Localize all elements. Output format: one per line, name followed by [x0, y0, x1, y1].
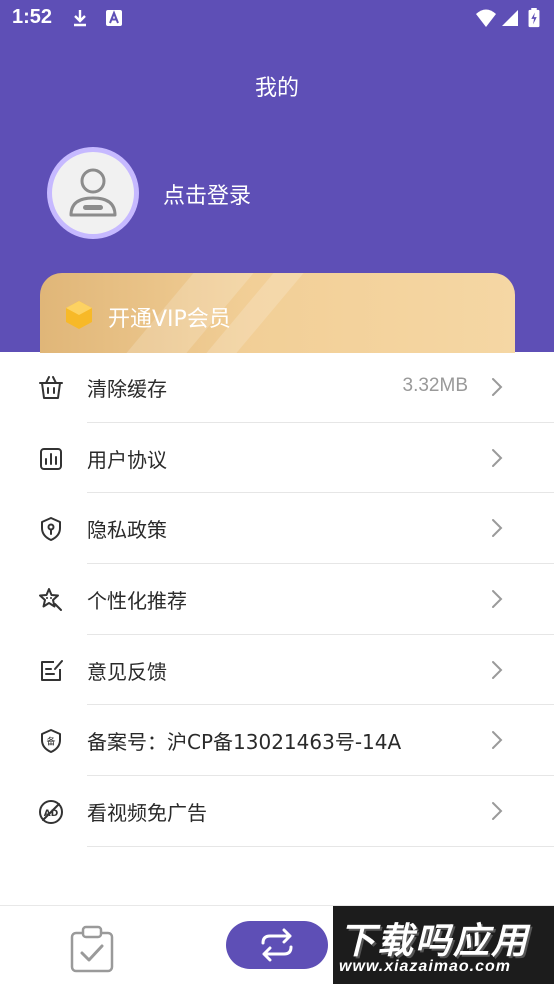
switch-button[interactable] — [226, 921, 328, 969]
watermark-url: www.xiazaimao.com — [339, 958, 512, 975]
status-bar: 1:52 — [0, 0, 554, 38]
menu-item-user-agreement[interactable]: 用户协议 — [0, 423, 554, 494]
page-title: 我的 — [254, 76, 299, 101]
menu-label: 隐私政策 — [87, 518, 167, 543]
profile-header: 1:52 我的 点击登录 开通VIP会员 — [0, 0, 554, 353]
chevron-right-icon — [492, 660, 503, 679]
menu-label: 看视频免广告 — [87, 801, 207, 826]
svg-text:备: 备 — [46, 736, 55, 748]
download-icon — [74, 10, 86, 27]
menu-label: 备案号：沪CP备13021463号-14A — [87, 730, 402, 755]
vip-hexagon-icon — [66, 301, 92, 329]
shield-lock-icon — [41, 517, 61, 542]
settings-menu: 清除缓存 3.32MB 用户协议 隐私政策 个性化推荐 意见反馈 备 备案号：沪… — [0, 352, 554, 847]
no-ad-icon: AD — [39, 800, 63, 825]
switch-arrows-icon — [261, 928, 293, 962]
status-time: 1:52 — [12, 6, 53, 28]
basket-icon — [39, 376, 63, 399]
edit-note-icon — [41, 659, 63, 681]
menu-item-privacy-policy[interactable]: 隐私政策 — [0, 493, 554, 565]
vip-banner[interactable]: 开通VIP会员 — [40, 273, 515, 353]
wifi-icon — [476, 9, 496, 27]
menu-item-personalized-recommendation[interactable]: 个性化推荐 — [0, 564, 554, 635]
login-link[interactable]: 点击登录 — [163, 178, 251, 210]
chevron-right-icon — [492, 448, 503, 467]
menu-item-clear-cache[interactable]: 清除缓存 3.32MB — [0, 352, 554, 423]
menu-label: 用户协议 — [87, 447, 167, 472]
text-a-icon — [106, 10, 122, 26]
chevron-right-icon — [492, 378, 503, 396]
menu-item-watch-video-no-ads[interactable]: AD 看视频免广告 — [0, 776, 554, 847]
badge-icon: 备 — [41, 729, 61, 754]
chevron-right-icon — [492, 590, 503, 609]
watermark-brand: 下载吗应用 — [339, 921, 530, 962]
menu-item-feedback[interactable]: 意见反馈 — [0, 635, 554, 706]
signal-icon — [502, 10, 518, 26]
menu-item-icp-record[interactable]: 备 备案号：沪CP备13021463号-14A — [0, 705, 554, 777]
menu-label: 个性化推荐 — [87, 589, 187, 614]
user-icon — [69, 168, 117, 217]
star-cursor-icon — [39, 588, 62, 612]
chart-doc-icon — [40, 447, 62, 470]
menu-label: 意见反馈 — [87, 659, 167, 684]
vip-label: 开通VIP会员 — [108, 307, 231, 332]
divider — [87, 845, 554, 847]
battery-icon — [528, 8, 540, 28]
chevron-right-icon — [492, 731, 503, 750]
chevron-right-icon — [492, 519, 503, 538]
chevron-right-icon — [492, 802, 503, 821]
task-clipboard-icon[interactable] — [67, 924, 117, 974]
watermark-logo: 下载吗应用 www.xiazaimao.com — [333, 906, 554, 984]
menu-label: 清除缓存 — [87, 377, 167, 401]
avatar[interactable] — [47, 147, 139, 239]
cache-size: 3.32MB — [402, 375, 468, 396]
